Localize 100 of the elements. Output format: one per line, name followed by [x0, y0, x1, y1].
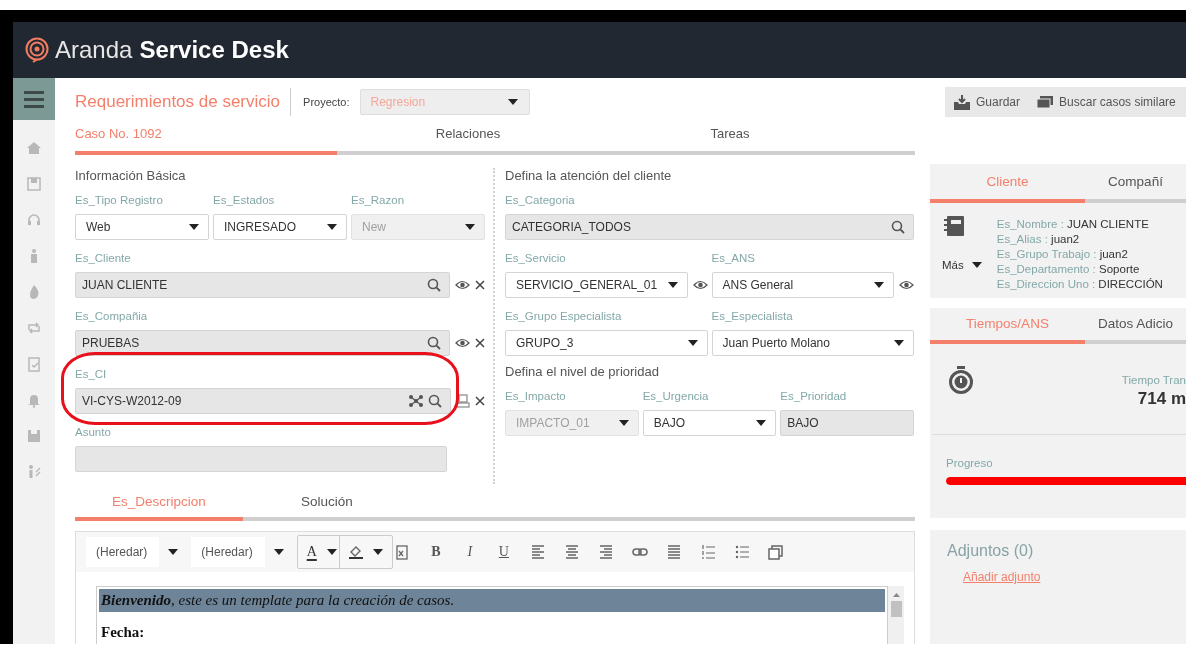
- logo-icon: [25, 37, 49, 63]
- notebook-icon: [942, 215, 966, 237]
- eye-icon[interactable]: [455, 279, 470, 291]
- dropdown[interactable]: BAJO: [642, 410, 777, 436]
- align-left-icon[interactable]: [530, 544, 545, 560]
- caret-icon: [755, 419, 768, 427]
- progress-label: Progreso: [946, 457, 994, 469]
- bell-icon[interactable]: [26, 392, 42, 408]
- caret-icon: [326, 223, 338, 231]
- caret-icon: [371, 548, 384, 556]
- close-icon[interactable]: [475, 338, 485, 348]
- editor-paragraph: Bienvenido, este es un template para la creación de casos.: [99, 589, 885, 612]
- text-color-button[interactable]: A: [305, 544, 318, 560]
- toolbar-button[interactable]: Buscar casos similare: [1036, 95, 1176, 109]
- justify-icon[interactable]: [666, 544, 681, 560]
- bullet-list-icon[interactable]: [734, 544, 749, 560]
- scroll-up-icon: [891, 592, 901, 598]
- eye-icon[interactable]: [899, 279, 914, 291]
- highlight-color-button[interactable]: [338, 535, 393, 569]
- timer-label: Tiempo Tran: [1121, 374, 1186, 386]
- more-button[interactable]: Más: [942, 259, 983, 271]
- caret-icon[interactable]: [272, 548, 285, 556]
- section-title: Información Básica: [75, 168, 187, 183]
- menu-button[interactable]: [13, 78, 55, 120]
- caret-icon: [893, 339, 905, 347]
- toolbar-button[interactable]: Guardar: [953, 93, 1021, 111]
- project-label: Proyecto:: [303, 96, 350, 108]
- editor-content[interactable]: Bienvenido, este es un template para la creación de casos. Fecha:: [96, 586, 888, 644]
- close-icon[interactable]: [475, 396, 485, 406]
- paste-icon[interactable]: [393, 544, 410, 560]
- dropdown[interactable]: GRUPO_3: [505, 330, 708, 356]
- network-icon[interactable]: [408, 394, 424, 408]
- tab[interactable]: Compañí: [1085, 164, 1186, 203]
- lookup-field[interactable]: VI-CYS-W2012-09: [75, 388, 451, 414]
- copy-icon[interactable]: [768, 544, 784, 560]
- field-label: Es_Razon: [351, 194, 406, 208]
- caret-icon[interactable]: [167, 548, 180, 556]
- input-field[interactable]: [75, 446, 447, 472]
- headset-icon[interactable]: [26, 212, 42, 228]
- caret-icon: [464, 223, 476, 231]
- font-dropdown[interactable]: (Heredar): [86, 537, 160, 567]
- lookup-field[interactable]: JUAN CLIENTE: [75, 272, 450, 298]
- highlighter-icon: [347, 544, 364, 560]
- device-icon[interactable]: [456, 394, 470, 408]
- dropdown[interactable]: Web: [75, 214, 209, 240]
- caret-icon: [188, 223, 200, 231]
- attachments-title: Adjuntos (0): [947, 542, 1035, 560]
- clipboard-check-icon[interactable]: [26, 356, 42, 372]
- caret-icon: [873, 281, 885, 289]
- font-dropdown[interactable]: (Heredar): [191, 537, 265, 567]
- search-icon: [891, 220, 905, 234]
- dropdown[interactable]: INGRESADO: [213, 214, 347, 240]
- align-right-icon[interactable]: [598, 544, 613, 560]
- inbox-download-icon: [953, 93, 971, 111]
- dropdown[interactable]: Juan Puerto Molano: [711, 330, 914, 356]
- eye-icon[interactable]: [455, 337, 470, 349]
- numbered-list-icon[interactable]: [700, 544, 715, 560]
- align-center-icon[interactable]: [564, 544, 579, 560]
- caret-icon: [325, 548, 338, 556]
- field-label: Es_Especialista: [711, 310, 794, 324]
- detail-line: Es_Direccion Uno : DIRECCIÓN: [996, 278, 1163, 290]
- dropdown[interactable]: SERVICIO_GENERAL_01: [505, 272, 688, 298]
- caret-icon: [617, 419, 630, 427]
- eye-icon[interactable]: [692, 279, 708, 291]
- field-label: Es_CI: [75, 368, 108, 382]
- detail-line: Es_Departamento : Soporte: [996, 263, 1141, 275]
- dropdown[interactable]: ANS General: [711, 272, 894, 298]
- tab[interactable]: Relaciones: [337, 124, 599, 155]
- caret-icon: [686, 339, 699, 347]
- search-icon: [427, 278, 441, 292]
- underline-button[interactable]: U: [486, 544, 521, 560]
- field-label: Es_Cliente: [75, 252, 132, 266]
- readonly-field[interactable]: BAJO: [780, 410, 914, 436]
- tab[interactable]: Datos Adicio: [1085, 308, 1186, 344]
- cycle-icon[interactable]: [26, 320, 42, 336]
- bold-button[interactable]: B: [418, 544, 453, 560]
- caret-icon: [970, 261, 983, 269]
- timer-value: 714 m: [1136, 389, 1186, 409]
- search-icon: [428, 394, 442, 408]
- field-label: Es_Impacto: [505, 390, 567, 404]
- tab[interactable]: Tareas: [599, 124, 861, 155]
- section-title: Defina el nivel de prioridad: [505, 364, 660, 379]
- detail-line: Es_Alias : juan2: [996, 233, 1081, 245]
- page-title: Requerimientos de servicio: [75, 88, 292, 116]
- menu-icon: [24, 90, 44, 108]
- field-label: Es_Prioridad: [780, 390, 848, 404]
- tab[interactable]: Solución: [243, 488, 411, 521]
- field-label: Es_ANS: [711, 252, 756, 266]
- close-icon[interactable]: [475, 280, 485, 290]
- home-icon[interactable]: [26, 140, 42, 156]
- field-label: Es_Estados: [213, 194, 276, 208]
- caret-icon: [666, 281, 679, 289]
- caret-icon: [506, 98, 519, 106]
- italic-button[interactable]: I: [452, 544, 487, 560]
- lookup-field[interactable]: CATEGORIA_TODOS: [505, 214, 914, 240]
- field-label: Es_Categoria: [505, 194, 576, 208]
- detail-line: Es_Nombre : JUAN CLIENTE: [996, 218, 1150, 230]
- field-label: Es_Tipo Registro: [75, 194, 164, 208]
- section-title: Defina la atención del cliente: [505, 168, 673, 183]
- brand-name: Aranda: [55, 36, 133, 63]
